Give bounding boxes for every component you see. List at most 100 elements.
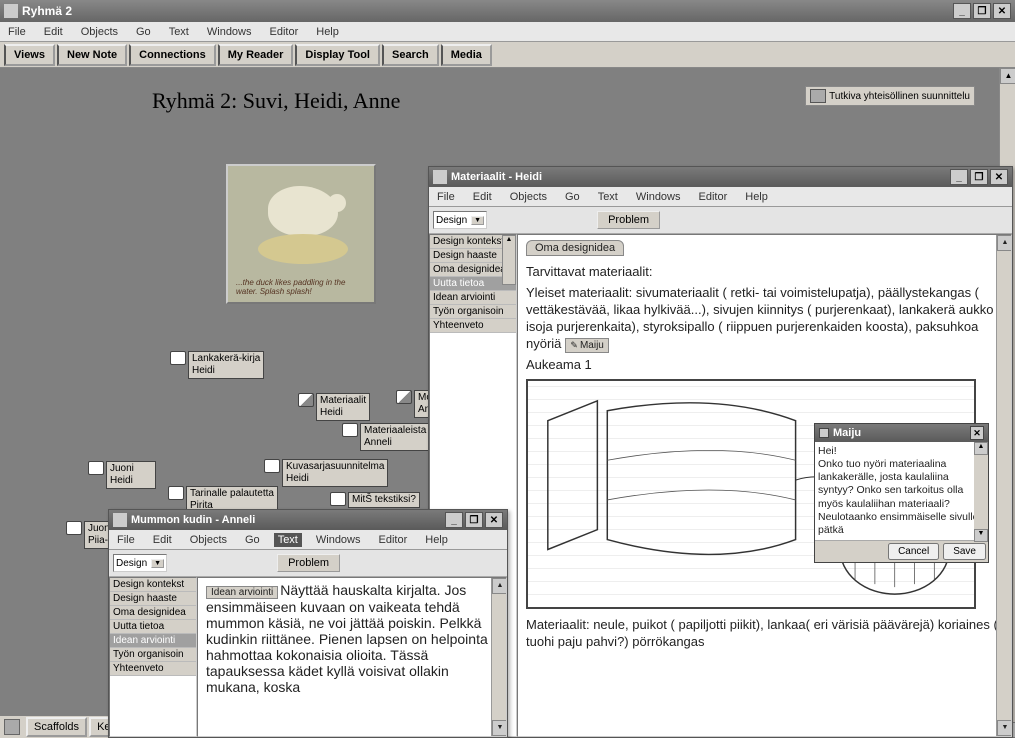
list-item[interactable]: Idean arviointi <box>430 291 516 305</box>
menu-go[interactable]: Go <box>132 25 155 39</box>
list-item[interactable]: Yhteenveto <box>110 662 196 676</box>
list-item[interactable]: Idean arviointi <box>110 634 196 648</box>
materiaalit-titlebar[interactable]: Materiaalit - Heidi _ ❐ ✕ <box>429 167 1012 187</box>
problem-tab[interactable]: Problem <box>597 211 660 229</box>
popup-scrollbar[interactable]: ▲▼ <box>974 442 988 542</box>
close-button[interactable]: ✕ <box>990 169 1008 185</box>
popup-body[interactable]: Hei!Onko tuo nyöri materiaalina lankaker… <box>815 442 988 540</box>
design-combo[interactable]: Design <box>433 211 487 229</box>
workspace: Ryhmä 2: Suvi, Heidi, Anne Tutkiva yhtei… <box>0 68 1015 738</box>
tb-new-note[interactable]: New Note <box>57 44 127 66</box>
design-combo[interactable]: Design <box>113 554 167 572</box>
content-vscrollbar[interactable] <box>491 578 506 736</box>
tool-icon[interactable] <box>4 719 20 735</box>
maximize-button[interactable]: ❐ <box>970 169 988 185</box>
mummon-body: Näyttää hauskalta kirjalta. Jos ensimmäi… <box>206 582 488 695</box>
menu-editor[interactable]: Editor <box>375 533 412 547</box>
content-vscrollbar[interactable] <box>996 235 1011 736</box>
list-item[interactable]: Työn organisoin <box>430 305 516 319</box>
close-button[interactable]: ✕ <box>485 512 503 528</box>
node-juoni[interactable]: JuoniHeidi <box>88 461 156 489</box>
note-icon <box>264 459 280 473</box>
materiaalit-subtoolbar: Design Problem <box>429 207 1012 234</box>
tb-connections[interactable]: Connections <box>129 44 216 66</box>
note-icon <box>342 423 358 437</box>
list-item[interactable]: Oma designidea <box>110 606 196 620</box>
menu-go[interactable]: Go <box>561 190 584 204</box>
note-icon <box>433 170 447 184</box>
note-icon <box>168 486 184 500</box>
menu-file[interactable]: File <box>433 190 459 204</box>
menu-help[interactable]: Help <box>741 190 772 204</box>
lead-badge: Idean arviointi <box>206 586 278 599</box>
content-p3: Aukeama 1 <box>526 357 1003 374</box>
close-icon[interactable]: ✕ <box>970 426 984 440</box>
note-icon <box>330 492 346 506</box>
cancel-button[interactable]: Cancel <box>888 543 939 560</box>
menu-objects[interactable]: Objects <box>186 533 231 547</box>
menu-text[interactable]: Text <box>274 533 302 547</box>
popup-title: Maiju <box>833 427 861 439</box>
close-button[interactable]: ✕ <box>993 3 1011 19</box>
menu-objects[interactable]: Objects <box>77 25 122 39</box>
window-mummon: Mummon kudin - Anneli _ ❐ ✕ File Edit Ob… <box>108 509 508 738</box>
node-kuvasarja[interactable]: KuvasarjasuunnitelmaHeidi <box>264 459 388 487</box>
mummon-content[interactable]: Idean arviointiNäyttää hauskalta kirjalt… <box>197 577 507 737</box>
menu-go[interactable]: Go <box>241 533 264 547</box>
note-icon <box>396 390 412 404</box>
problem-tab[interactable]: Problem <box>277 554 340 572</box>
tb-views[interactable]: Views <box>4 44 55 66</box>
link-tutkiva[interactable]: Tutkiva yhteisöllinen suunnittelu <box>805 86 975 106</box>
tb-media[interactable]: Media <box>441 44 492 66</box>
list-item[interactable]: Uutta tietoa <box>110 620 196 634</box>
menu-editor[interactable]: Editor <box>266 25 303 39</box>
node-materiaaleista[interactable]: MateriaaleistaAnneli <box>342 423 430 451</box>
link-label: Tutkiva yhteisöllinen suunnittelu <box>829 91 970 102</box>
popup-titlebar[interactable]: Maiju ✕ <box>815 424 988 442</box>
menu-windows[interactable]: Windows <box>203 25 256 39</box>
list-item[interactable]: Design kontekst <box>110 578 196 592</box>
listbox-scroll[interactable]: ▲ <box>502 235 516 285</box>
list-item[interactable]: Design haaste <box>110 592 196 606</box>
menu-file[interactable]: File <box>4 25 30 39</box>
node-lankakera[interactable]: Lankakerä-kirjaHeidi <box>170 351 264 379</box>
menu-windows[interactable]: Windows <box>632 190 685 204</box>
menu-objects[interactable]: Objects <box>506 190 551 204</box>
menu-edit[interactable]: Edit <box>149 533 176 547</box>
menu-help[interactable]: Help <box>312 25 343 39</box>
main-window-title: Ryhmä 2 <box>22 4 72 18</box>
list-item[interactable]: Yhteenveto <box>430 319 516 333</box>
menu-file[interactable]: File <box>113 533 139 547</box>
menu-edit[interactable]: Edit <box>40 25 67 39</box>
thumbnail-image[interactable]: ...the duck likes paddling in the water.… <box>226 164 376 304</box>
save-button[interactable]: Save <box>943 543 986 560</box>
menu-windows[interactable]: Windows <box>312 533 365 547</box>
maximize-button[interactable]: ❐ <box>465 512 483 528</box>
note-icon <box>113 513 127 527</box>
menu-edit[interactable]: Edit <box>469 190 496 204</box>
tb-search[interactable]: Search <box>382 44 439 66</box>
list-item[interactable]: Työn organisoin <box>110 648 196 662</box>
author-badge[interactable]: Maiju <box>565 338 608 353</box>
menu-editor[interactable]: Editor <box>695 190 732 204</box>
minimize-button[interactable]: _ <box>950 169 968 185</box>
minimize-button[interactable]: _ <box>445 512 463 528</box>
cushion-shape <box>258 234 348 264</box>
menu-help[interactable]: Help <box>421 533 452 547</box>
mummon-titlebar[interactable]: Mummon kudin - Anneli _ ❐ ✕ <box>109 510 507 530</box>
minimize-button[interactable]: _ <box>953 3 971 19</box>
maximize-button[interactable]: ❐ <box>973 3 991 19</box>
content-tab-oma[interactable]: Oma designidea <box>526 240 624 256</box>
scaffold-listbox[interactable]: Design kontekst Design haaste Oma design… <box>109 577 197 737</box>
materiaalit-title: Materiaalit - Heidi <box>451 171 542 183</box>
thumb-caption: ...the duck likes paddling in the water.… <box>236 278 366 296</box>
node-materiaalit[interactable]: MateriaalitHeidi <box>298 393 370 421</box>
menu-text[interactable]: Text <box>165 25 193 39</box>
note-icon <box>819 428 829 438</box>
tb-scaffolds[interactable]: Scaffolds <box>26 717 87 737</box>
menu-text[interactable]: Text <box>594 190 622 204</box>
node-mits[interactable]: MitŠ tekstiksi? <box>330 492 420 508</box>
tb-display-tool[interactable]: Display Tool <box>295 44 380 66</box>
duck-shape <box>268 186 338 236</box>
tb-my-reader[interactable]: My Reader <box>218 44 294 66</box>
